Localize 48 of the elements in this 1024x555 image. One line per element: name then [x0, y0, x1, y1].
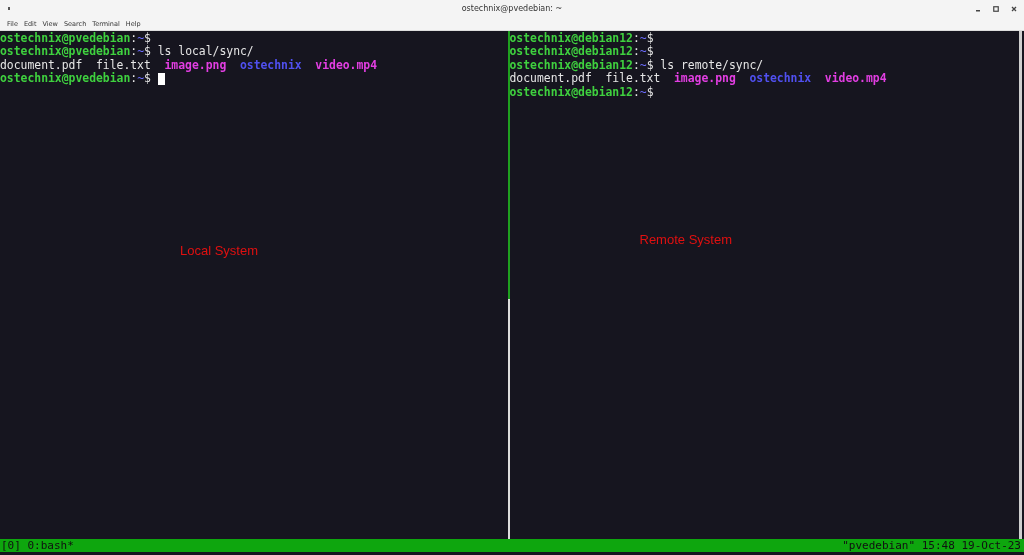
scrollbar[interactable]	[1019, 31, 1022, 539]
file-name: file.txt	[95, 58, 151, 72]
directory-name: ostechnix	[239, 58, 302, 73]
prompt-user: ostechnix@debian12	[509, 85, 633, 99]
prompt-path: ~	[137, 32, 145, 45]
prompt-symbol: :	[130, 72, 138, 86]
annotation-label: Local System	[180, 244, 259, 258]
prompt-symbol: :	[632, 32, 640, 46]
prompt-symbol: $	[646, 32, 654, 45]
prompt-symbol: :	[632, 45, 640, 59]
file-name: file.txt	[605, 72, 661, 86]
prompt-user: ostechnix@pvedebian	[0, 32, 131, 46]
prompt-path: ~	[639, 45, 647, 59]
command-text: ls local/sync/	[157, 45, 254, 59]
session-label: [0] 0:bash*	[1, 539, 74, 552]
prompt-user: ostechnix@pvedebian	[0, 72, 131, 86]
window-title: ostechnix@pvedebian: ~	[461, 4, 563, 13]
prompt-path: ~	[639, 32, 647, 46]
prompt-symbol: $	[144, 72, 151, 86]
close-icon[interactable]	[1011, 5, 1017, 12]
file-name: image.png	[674, 72, 736, 86]
prompt-symbol: $	[646, 85, 654, 99]
directory-name: ostechnix	[749, 72, 812, 86]
prompt-user: ostechnix@debian12	[509, 58, 633, 72]
prompt-symbol: $	[144, 45, 151, 59]
prompt-symbol: $	[646, 58, 654, 72]
prompt-path: ~	[639, 85, 647, 99]
prompt-user: ostechnix@debian12	[509, 45, 633, 59]
host-time-label: "pvedebian" 15:48 19-Oct-23	[842, 539, 1021, 552]
command-text: ls remote/sync/	[660, 58, 764, 72]
prompt-path: ~	[137, 72, 145, 86]
prompt-symbol: :	[632, 85, 640, 99]
prompt-path: ~	[639, 58, 647, 72]
prompt-path: ~	[137, 45, 145, 59]
file-name: document.pdf	[509, 72, 592, 86]
maximize-icon[interactable]	[993, 5, 999, 12]
prompt-symbol: $	[144, 32, 151, 45]
prompt-symbol: :	[130, 45, 138, 59]
prompt-user: ostechnix@pvedebian	[0, 45, 131, 59]
file-name: video.mp4	[315, 58, 378, 73]
prompt-symbol: $	[646, 45, 654, 59]
annotation-label: Remote System	[639, 233, 732, 247]
prompt-symbol: :	[632, 58, 640, 72]
file-name: image.png	[164, 58, 227, 73]
prompt-user: ostechnix@debian12	[509, 32, 633, 45]
file-name: video.mp4	[824, 72, 887, 86]
prompt-symbol: :	[130, 32, 138, 46]
file-name: document.pdf	[0, 58, 83, 73]
